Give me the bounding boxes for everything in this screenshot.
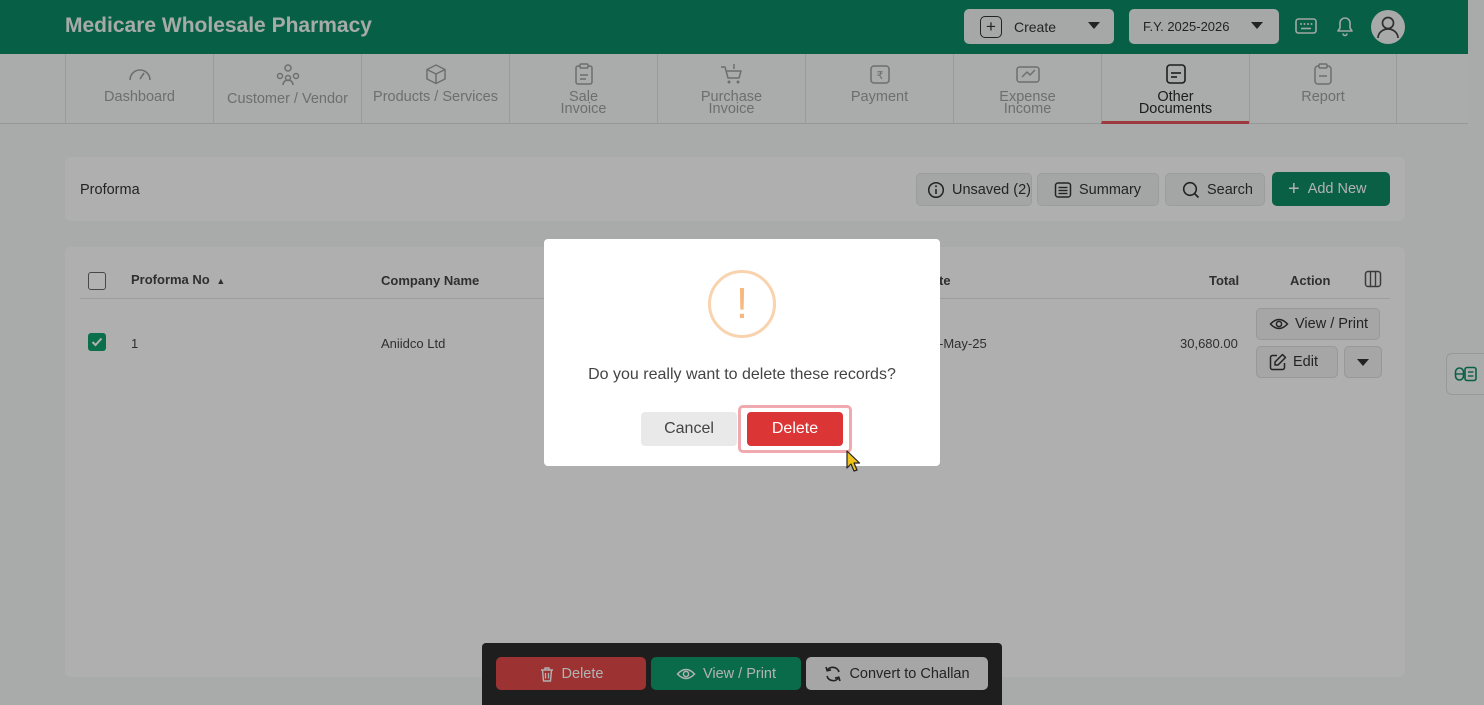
warning-glyph: !: [735, 279, 749, 328]
dialog-message: Do you really want to delete these recor…: [588, 366, 896, 383]
delete-confirm-dialog: ! Do you really want to delete these rec…: [544, 239, 940, 466]
mouse-cursor-icon: [846, 450, 861, 472]
confirm-delete-button[interactable]: Delete: [747, 412, 843, 446]
cancel-button[interactable]: Cancel: [641, 412, 737, 446]
warning-icon: !: [708, 270, 776, 338]
